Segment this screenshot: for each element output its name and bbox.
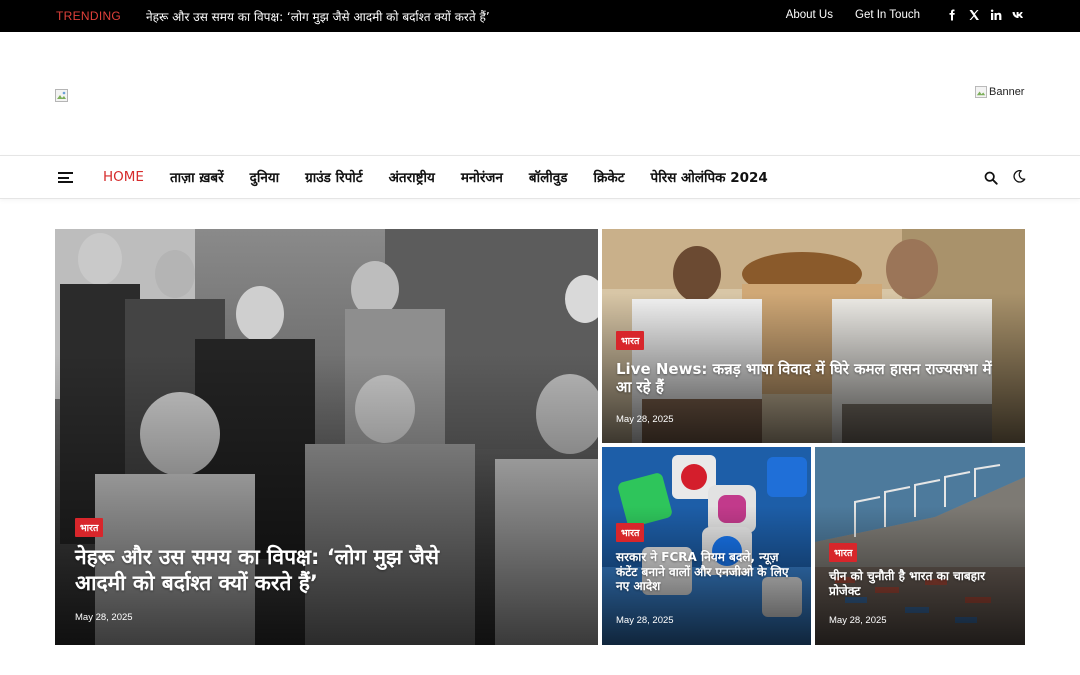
search-icon[interactable] — [984, 170, 998, 185]
vk-icon[interactable] — [1012, 8, 1024, 21]
x-icon[interactable] — [968, 8, 980, 21]
banner-alt-text: Banner — [989, 86, 1025, 98]
social-links — [946, 8, 1024, 21]
trending-label: TRENDING — [56, 9, 122, 23]
facebook-icon[interactable] — [946, 8, 958, 21]
site-logo[interactable] — [55, 87, 68, 102]
header-banner[interactable]: Banner — [975, 86, 1024, 98]
dark-mode-toggle-icon[interactable] — [1012, 169, 1026, 184]
main-navigation: HOME ताज़ा ख़बरें दुनिया ग्राउंड रिपोर्ट… — [0, 155, 1080, 199]
post-title[interactable]: सरकार ने FCRA नियम बदले, न्यूज़ कंटेंट ब… — [616, 550, 802, 594]
nav-item-ground-report[interactable]: ग्राउंड रिपोर्ट — [305, 168, 362, 186]
about-us-link[interactable]: About Us — [786, 9, 833, 21]
post-title[interactable]: चीन को चुनौती है भारत का चाबहार प्रोजेक्… — [829, 569, 1015, 598]
post-date: May 28, 2025 — [616, 615, 674, 626]
nav-menu: HOME ताज़ा ख़बरें दुनिया ग्राउंड रिपोर्ट… — [103, 156, 794, 198]
post-title[interactable]: Live News: कन्नड़ भाषा विवाद में घिरे कम… — [616, 360, 1006, 397]
post-date: May 28, 2025 — [75, 612, 133, 623]
category-badge[interactable]: भारत — [829, 543, 858, 562]
nav-item-international[interactable]: अंतराष्ट्रीय — [389, 168, 435, 186]
post-title[interactable]: नेहरू और उस समय का विपक्ष: ‘लोग मुझ जैसे… — [75, 545, 475, 596]
featured-post-bottom-right[interactable]: भारत चीन को चुनौती है भारत का चाबहार प्र… — [815, 447, 1025, 645]
top-bar: TRENDING नेहरू और उस समय का विपक्ष: ‘लोग… — [0, 0, 1080, 32]
category-badge[interactable]: भारत — [75, 518, 104, 537]
broken-image-icon — [975, 86, 987, 98]
category-badge[interactable]: भारत — [616, 523, 645, 542]
post-date: May 28, 2025 — [829, 615, 887, 626]
featured-post-main[interactable]: भारत नेहरू और उस समय का विपक्ष: ‘लोग मुझ… — [55, 229, 598, 645]
nav-item-home[interactable]: HOME — [103, 169, 144, 185]
linkedin-icon[interactable] — [990, 8, 1002, 21]
nav-item-world[interactable]: दुनिया — [250, 168, 279, 186]
get-in-touch-link[interactable]: Get In Touch — [855, 9, 920, 21]
featured-post-bottom-left[interactable]: भारत सरकार ने FCRA नियम बदले, न्यूज़ कंट… — [602, 447, 811, 645]
nav-item-bollywood[interactable]: बॉलीवुड — [529, 168, 568, 186]
nav-item-latest-news[interactable]: ताज़ा ख़बरें — [170, 168, 224, 186]
nav-item-entertainment[interactable]: मनोरंजन — [461, 168, 503, 186]
featured-post-top[interactable]: भारत Live News: कन्नड़ भाषा विवाद में घि… — [602, 229, 1025, 443]
top-links: About Us Get In Touch — [786, 9, 920, 21]
nav-item-paris-olympics[interactable]: पेरिस ओलंपिक 2024 — [651, 168, 768, 186]
trending-headline-link[interactable]: नेहरू और उस समय का विपक्ष: ‘लोग मुझ जैसे… — [146, 8, 490, 25]
post-date: May 28, 2025 — [616, 414, 674, 425]
menu-icon[interactable] — [58, 172, 73, 183]
category-badge[interactable]: भारत — [616, 331, 645, 350]
nav-item-cricket[interactable]: क्रिकेट — [594, 168, 625, 186]
